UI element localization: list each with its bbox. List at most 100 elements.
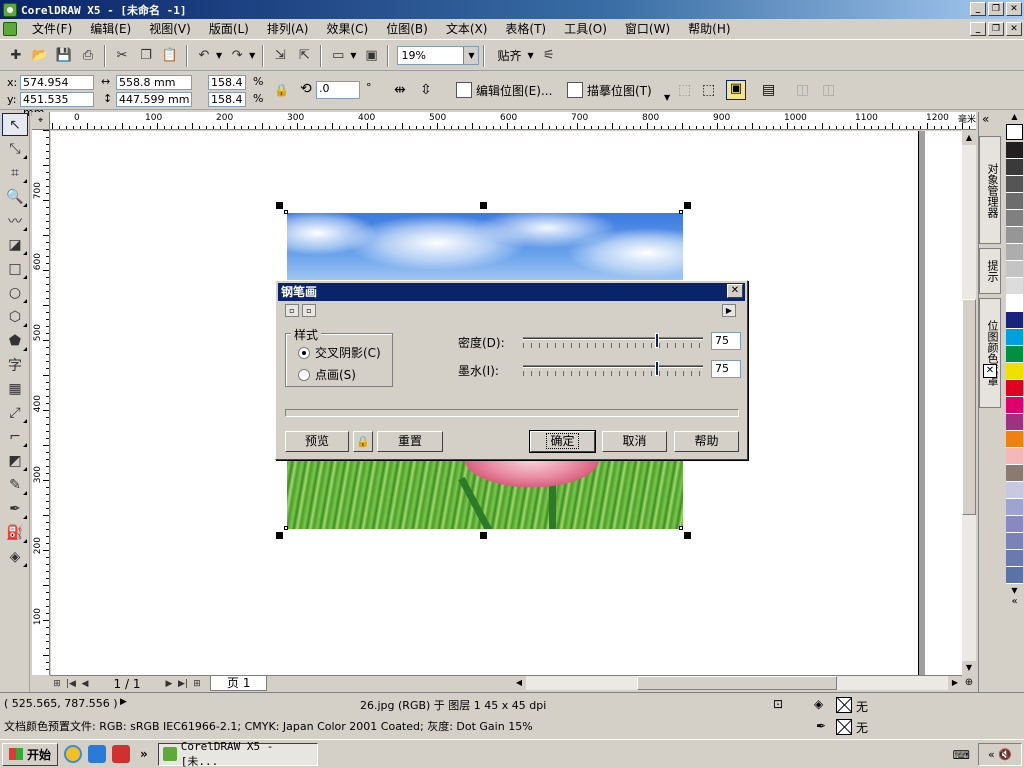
- color-profile-info[interactable]: 文档颜色预置文件: RGB: sRGB IEC61966-2.1; CMYK: …: [4, 718, 533, 734]
- cross-hatch-option[interactable]: 交叉阴影(C): [298, 344, 381, 361]
- color-swatch[interactable]: [1006, 499, 1023, 516]
- add-page-after-icon[interactable]: ⊞: [190, 677, 204, 691]
- node-handle[interactable]: [679, 526, 683, 530]
- previous-page-icon[interactable]: ◀: [78, 677, 92, 691]
- resample-icon[interactable]: ⬚: [702, 82, 715, 98]
- crop-bitmap-icon[interactable]: ⬚: [678, 82, 691, 98]
- color-swatch[interactable]: [1006, 159, 1023, 176]
- color-swatch[interactable]: [1006, 414, 1023, 431]
- keyboard-icon[interactable]: ⌨: [953, 748, 970, 762]
- menu-table[interactable]: 表格(T): [496, 19, 555, 39]
- basic-shapes-tool-icon[interactable]: ⬟: [2, 329, 28, 352]
- rectangle-tool-icon[interactable]: □: [2, 257, 28, 280]
- color-swatch[interactable]: [1006, 431, 1023, 448]
- scroll-up-icon[interactable]: ▲: [962, 131, 976, 145]
- text-tool-icon[interactable]: 字: [2, 353, 28, 376]
- menu-window[interactable]: 窗口(W): [616, 19, 679, 39]
- launcher-dropdown-icon[interactable]: ▼: [350, 51, 356, 60]
- stipple-option[interactable]: 点画(S): [298, 366, 356, 383]
- color-swatch[interactable]: [1006, 193, 1023, 210]
- menu-view[interactable]: 视图(V): [140, 19, 200, 39]
- new-document-icon[interactable]: ✚: [5, 45, 27, 67]
- reset-button[interactable]: 重置: [377, 431, 443, 452]
- paste-icon[interactable]: 📋: [159, 45, 181, 67]
- cut-icon[interactable]: ✂: [111, 45, 133, 67]
- color-swatch[interactable]: [1006, 244, 1023, 261]
- menu-effects[interactable]: 效果(C): [317, 19, 377, 39]
- ok-button[interactable]: 确定: [529, 430, 596, 453]
- smart-fill-tool-icon[interactable]: ◪: [2, 233, 28, 256]
- doc-minimize-button[interactable]: _: [970, 22, 986, 36]
- color-swatch[interactable]: [1006, 329, 1023, 346]
- menu-arrange[interactable]: 排列(A): [258, 19, 318, 39]
- scroll-right-icon[interactable]: ▶: [948, 676, 962, 690]
- trace-dropdown-icon[interactable]: ▼: [664, 93, 670, 102]
- welcome-screen-icon[interactable]: ▣: [360, 45, 382, 67]
- ink-value-field[interactable]: 75: [711, 360, 741, 378]
- system-tray[interactable]: « 🔇: [978, 743, 1022, 766]
- horizontal-scroll-thumb[interactable]: [637, 676, 837, 690]
- density-slider[interactable]: [523, 333, 703, 350]
- palette-scroll-up-icon[interactable]: ▲: [1005, 112, 1024, 122]
- export-icon[interactable]: ⇱: [293, 45, 315, 67]
- close-window-button[interactable]: ✕: [1006, 2, 1022, 16]
- vertical-ruler[interactable]: 700 600 500 400 300 200 100: [32, 130, 50, 675]
- expand-docker-icon[interactable]: «: [982, 112, 989, 126]
- node-handle[interactable]: [284, 526, 288, 530]
- color-swatch[interactable]: [1006, 142, 1023, 159]
- fill-color-swatch[interactable]: [836, 697, 852, 713]
- add-page-before-icon[interactable]: ⊞: [50, 677, 64, 691]
- start-button[interactable]: 开始: [2, 742, 59, 766]
- quicklaunch-more-icon[interactable]: »: [140, 747, 148, 761]
- connector-tool-icon[interactable]: ⌐: [2, 425, 28, 448]
- blend-tool-icon[interactable]: ◩: [2, 449, 28, 472]
- cross-hatch-radio[interactable]: [298, 346, 310, 359]
- fill-tool-icon[interactable]: ⛽: [2, 521, 28, 544]
- color-swatch[interactable]: [1006, 295, 1023, 312]
- undo-icon[interactable]: ↶: [193, 45, 215, 67]
- menu-edit[interactable]: 编辑(E): [81, 19, 140, 39]
- dialog-title-bar[interactable]: 钢笔画 ✕: [278, 283, 745, 301]
- scale-height-field[interactable]: 158.4: [208, 92, 246, 107]
- polygon-tool-icon[interactable]: ⬡: [2, 305, 28, 328]
- document-icon[interactable]: [3, 22, 17, 36]
- color-swatch[interactable]: [1006, 397, 1023, 414]
- palette-scroll-down-icon[interactable]: ▼: [1005, 586, 1024, 596]
- docker-tab-object-manager[interactable]: 对象管理器: [979, 136, 1001, 244]
- color-swatch[interactable]: [1006, 380, 1023, 397]
- to-front-icon[interactable]: ◫: [796, 82, 809, 98]
- ink-slider-knob[interactable]: [655, 361, 659, 376]
- x-position-field[interactable]: 574.954 mm: [20, 75, 94, 102]
- lock-ratio-icon[interactable]: 🔒: [274, 83, 289, 97]
- color-swatch[interactable]: [1006, 312, 1023, 329]
- doc-close-button[interactable]: ✕: [1006, 22, 1022, 36]
- open-folder-icon[interactable]: 📂: [29, 45, 51, 67]
- selection-handle-bottom-left[interactable]: [276, 532, 283, 539]
- print-icon[interactable]: ⎙: [77, 45, 99, 67]
- eyedropper-tool-icon[interactable]: ✎: [2, 473, 28, 496]
- rotation-angle-field[interactable]: .0: [316, 81, 360, 99]
- selection-handle-top-left[interactable]: [276, 202, 283, 209]
- ink-slider[interactable]: [523, 361, 703, 378]
- next-page-icon[interactable]: ▶: [162, 677, 176, 691]
- interactive-fill-tool-icon[interactable]: ◈: [2, 545, 28, 568]
- last-page-icon[interactable]: ▶|: [176, 677, 190, 691]
- color-swatch[interactable]: [1006, 363, 1023, 380]
- freehand-tool-icon[interactable]: 〰: [2, 209, 28, 232]
- palette-expand-icon[interactable]: «: [1005, 596, 1024, 607]
- stipple-radio[interactable]: [298, 368, 310, 381]
- color-swatch[interactable]: [1006, 516, 1023, 533]
- pick-tool-icon[interactable]: ↖: [2, 113, 28, 136]
- minimize-button[interactable]: _: [970, 2, 986, 16]
- restore-button[interactable]: ❐: [988, 2, 1004, 16]
- color-swatch[interactable]: [1006, 533, 1023, 550]
- preview-split-icon[interactable]: ▫: [285, 304, 299, 317]
- selection-handle-top-right[interactable]: [684, 202, 691, 209]
- options-icon[interactable]: ⚟: [538, 45, 560, 67]
- node-handle[interactable]: [679, 210, 683, 214]
- preview-button[interactable]: 预览: [285, 431, 349, 452]
- shape-tool-icon[interactable]: ⤡: [2, 137, 28, 160]
- taskbar-coreldraw-item[interactable]: CorelDRAW X5 - [未...: [157, 740, 318, 768]
- color-swatch[interactable]: [1006, 448, 1023, 465]
- wrap-text-icon[interactable]: ▤: [762, 82, 775, 98]
